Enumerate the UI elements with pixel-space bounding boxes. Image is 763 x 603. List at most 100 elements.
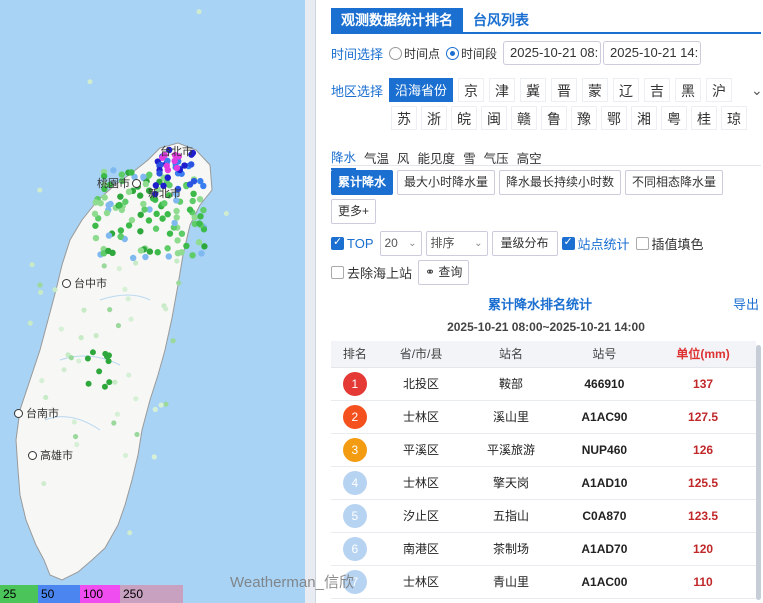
region-button[interactable]: 晋 bbox=[551, 78, 578, 102]
region-button[interactable]: 鄂 bbox=[601, 106, 627, 130]
station-id-cell: C0A870 bbox=[558, 499, 651, 533]
region-button[interactable]: 辽 bbox=[613, 78, 640, 102]
region-label: 地区选择 bbox=[331, 83, 384, 99]
region-button[interactable]: 沪 bbox=[706, 78, 733, 102]
rain-station-dot bbox=[174, 250, 182, 257]
rain-station-dot bbox=[140, 200, 147, 208]
table-row[interactable]: 6 南港区 茶制场 A1AD70 120 bbox=[331, 532, 756, 566]
region-button[interactable]: 赣 bbox=[511, 106, 537, 130]
region-button[interactable]: 琼 bbox=[721, 106, 747, 130]
rank-cell: 2 bbox=[331, 400, 379, 434]
rain-station-dot bbox=[156, 170, 163, 177]
rain-station-dot bbox=[196, 196, 204, 203]
tab-stats-ranking[interactable]: 观测数据统计排名 bbox=[331, 8, 463, 32]
rain-station-dot bbox=[152, 406, 158, 413]
region-button[interactable]: 鲁 bbox=[541, 106, 567, 130]
table-row[interactable]: 4 士林区 擎天岗 A1AD10 125.5 bbox=[331, 466, 756, 500]
legend-50: 50 bbox=[38, 585, 80, 603]
region-button[interactable]: 黑 bbox=[675, 78, 702, 102]
rain-station-dot bbox=[154, 249, 161, 256]
region-button[interactable]: 皖 bbox=[451, 106, 477, 130]
rain-station-dot bbox=[91, 210, 99, 218]
region-coastal-button[interactable]: 沿海省份 bbox=[389, 78, 454, 102]
region-button[interactable]: 吉 bbox=[644, 78, 671, 102]
remove-sea-checkbox[interactable]: 去除海上站 bbox=[331, 263, 412, 282]
stat-button[interactable]: 不同相态降水量 bbox=[625, 170, 724, 195]
table-row[interactable]: 5 汐止区 五指山 C0A870 123.5 bbox=[331, 499, 756, 533]
element-tab[interactable]: 降水 bbox=[331, 147, 357, 170]
element-tabs: 降水 气温风能见度雪气压 高空 bbox=[331, 147, 550, 170]
region-button[interactable]: 桂 bbox=[691, 106, 717, 130]
rain-station-dot bbox=[87, 79, 93, 85]
region-button[interactable]: 津 bbox=[489, 78, 516, 102]
grade-distribution-button[interactable]: 量级分布 bbox=[491, 231, 558, 256]
region-button[interactable]: 浙 bbox=[421, 106, 447, 130]
value-cell: 120 bbox=[650, 532, 756, 566]
rank-badge: 1 bbox=[342, 371, 367, 396]
sort-select[interactable]: 排序 ⌄ bbox=[425, 231, 488, 256]
col-county: 省/市/县 bbox=[378, 341, 464, 368]
radio-icon bbox=[446, 46, 460, 60]
rain-station-dot bbox=[152, 225, 160, 232]
rain-station-dot bbox=[74, 441, 80, 448]
end-time-input[interactable]: 2025-10-21 14: bbox=[603, 41, 702, 65]
rain-station-dot bbox=[181, 162, 188, 169]
stat-button[interactable]: 降水最长持续小时数 bbox=[499, 170, 622, 195]
region-button[interactable]: 冀 bbox=[520, 78, 547, 102]
table-row[interactable]: 3 平溪区 平溪旅游 NUP460 126 bbox=[331, 433, 756, 467]
region-button[interactable]: 蒙 bbox=[582, 78, 609, 102]
table-row[interactable]: 2 士林区 溪山里 A1AC90 127.5 bbox=[331, 400, 756, 434]
rank-badge: 3 bbox=[342, 437, 367, 462]
rain-station-dot bbox=[125, 222, 133, 229]
top-checkbox[interactable]: TOP bbox=[331, 235, 374, 251]
radio-time-point[interactable]: 时间点 bbox=[389, 45, 440, 62]
rain-station-dot bbox=[116, 201, 123, 209]
interp-fill-checkbox[interactable]: 插值填色 bbox=[635, 234, 704, 253]
rain-station-dot bbox=[92, 222, 99, 229]
panel-divider[interactable] bbox=[305, 0, 315, 603]
rain-station-dot bbox=[71, 419, 77, 425]
station-cell: 鞍部 bbox=[463, 367, 559, 401]
region-button[interactable]: 闽 bbox=[481, 106, 507, 130]
rain-station-dot bbox=[196, 9, 202, 15]
table-scrollbar[interactable] bbox=[756, 345, 761, 600]
stat-button[interactable]: 最大小时降水量 bbox=[397, 170, 496, 195]
expand-chevron-icon[interactable]: ⌄ bbox=[751, 82, 763, 99]
query-button[interactable]: ⚭ 查询 bbox=[418, 260, 470, 285]
rain-station-dot bbox=[29, 262, 35, 268]
watermark-text: Weatherman_信欣 bbox=[230, 574, 354, 591]
top-count-select[interactable]: 20 ⌄ bbox=[379, 231, 422, 256]
options-row: TOP 20⌄ 排序⌄ 量级分布 站点统计 插值填色 bbox=[331, 231, 710, 256]
region-button[interactable]: 豫 bbox=[571, 106, 597, 130]
station-cell: 溪山里 bbox=[463, 400, 559, 434]
table-row[interactable]: 1 北投区 鞍部 466910 137 bbox=[331, 367, 756, 401]
rain-station-dot bbox=[37, 187, 43, 193]
region-button[interactable]: 湘 bbox=[631, 106, 657, 130]
export-link[interactable]: 导出 bbox=[733, 294, 759, 313]
tab-typhoon-list[interactable]: 台风列表 bbox=[463, 8, 539, 32]
region-button[interactable]: 苏 bbox=[391, 106, 417, 130]
station-stat-checkbox[interactable]: 站点统计 bbox=[561, 234, 630, 253]
station-cell: 平溪旅游 bbox=[463, 433, 559, 467]
rain-station-dot bbox=[43, 394, 49, 401]
rainfall-map[interactable]: 台北市 桃園市 新北市 台中市 台南市 高雄市 25 50 100 250 bbox=[0, 0, 305, 603]
table-row[interactable]: 7 士林区 青山里 A1AC00 110 bbox=[331, 565, 756, 599]
col-station: 站名 bbox=[463, 341, 559, 368]
radio-time-range[interactable]: 时间段 bbox=[446, 45, 497, 62]
more-button[interactable]: 更多+ bbox=[331, 199, 377, 224]
rain-station-dot bbox=[112, 379, 118, 385]
station-id-cell: A1AD70 bbox=[558, 532, 651, 566]
region-button[interactable]: 粤 bbox=[661, 106, 687, 130]
city-label: 桃園市 bbox=[97, 175, 144, 191]
stat-button[interactable]: 累计降水 bbox=[331, 170, 394, 195]
rain-station-dot bbox=[159, 215, 166, 222]
value-cell: 126 bbox=[650, 433, 756, 467]
rain-station-dot bbox=[197, 177, 204, 185]
chevron-down-icon: ⌄ bbox=[408, 238, 417, 249]
start-time-input[interactable]: 2025-10-21 08: bbox=[503, 41, 602, 65]
rain-station-dot bbox=[89, 349, 96, 356]
rain-station-dot bbox=[189, 252, 196, 259]
rain-station-dot bbox=[188, 161, 195, 168]
region-button[interactable]: 京 bbox=[458, 78, 485, 102]
station-cell: 擎天岗 bbox=[463, 466, 559, 500]
